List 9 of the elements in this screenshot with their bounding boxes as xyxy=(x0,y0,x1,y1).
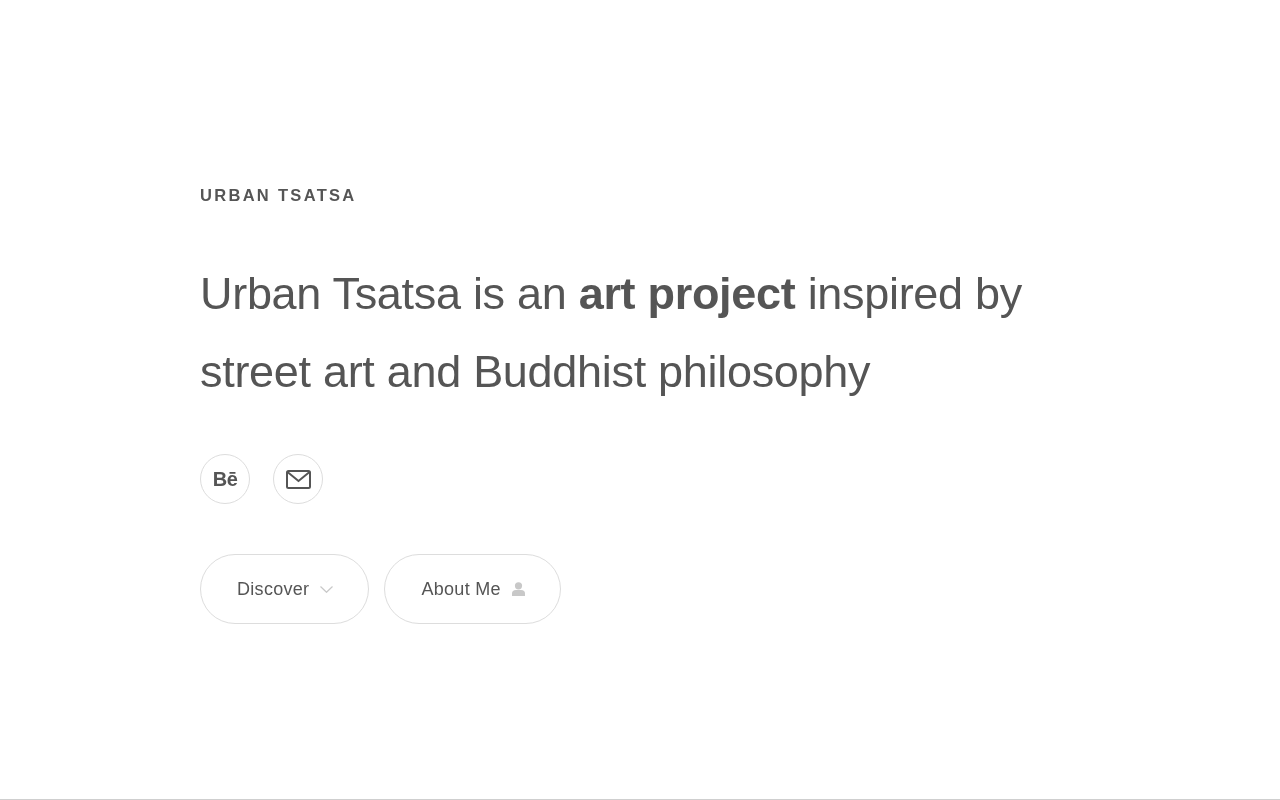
mail-icon xyxy=(285,469,311,489)
profile-button[interactable]: About Me xyxy=(384,554,561,624)
mail-link[interactable] xyxy=(273,454,323,504)
person-icon xyxy=(511,582,525,596)
logo-link[interactable]: Bē xyxy=(200,454,250,504)
dropdown-button[interactable]: Discover xyxy=(200,554,370,624)
site-title: URBAN TSATSA xyxy=(200,185,357,205)
chevron-down-icon xyxy=(320,585,334,593)
headline-text: Urban Tsatsa is an art project inspired by street art and Buddhist philosophy xyxy=(200,267,1023,399)
